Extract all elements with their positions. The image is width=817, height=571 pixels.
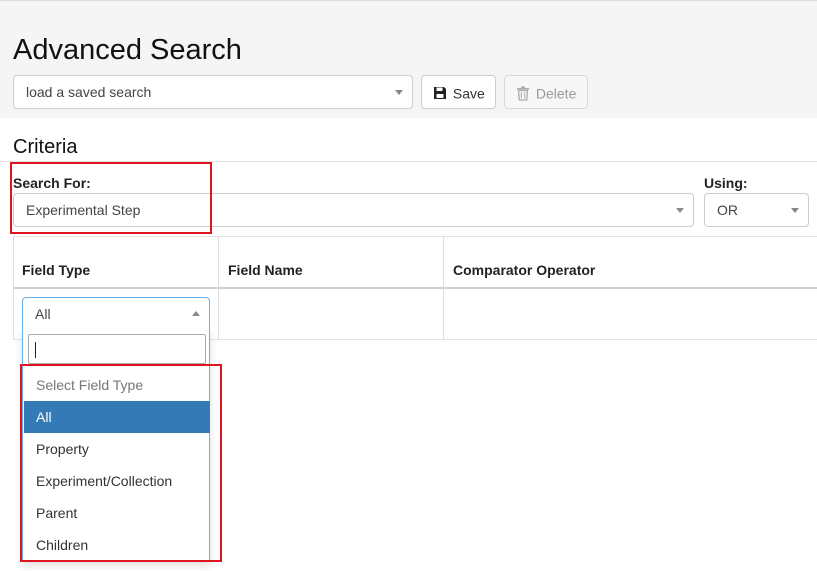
chevron-up-icon (192, 311, 200, 316)
search-for-select[interactable]: Experimental Step (13, 193, 694, 227)
chevron-down-icon (791, 208, 799, 213)
dropdown-option-children[interactable]: Children (24, 529, 210, 561)
dropdown-option-experiment-collection[interactable]: Experiment/Collection (24, 465, 210, 497)
field-type-select[interactable]: All (22, 297, 210, 331)
using-value: OR (717, 202, 738, 218)
dropdown-option-placeholder[interactable]: Select Field Type (24, 369, 210, 401)
field-type-value: All (35, 306, 51, 322)
using-label: Using: (704, 175, 748, 191)
column-header-comparator-operator: Comparator Operator (453, 262, 596, 278)
dropdown-option-property[interactable]: Property (24, 433, 210, 465)
trash-icon (516, 86, 532, 101)
table-top-border (13, 236, 817, 237)
chevron-down-icon (395, 90, 403, 95)
delete-button[interactable]: Delete (504, 75, 588, 109)
column-divider (218, 236, 219, 340)
delete-button-label: Delete (535, 85, 577, 102)
field-type-dropdown: Select Field Type All Property Experimen… (22, 330, 210, 562)
saved-search-value: load a saved search (26, 84, 152, 100)
column-header-field-type: Field Type (22, 262, 91, 278)
save-button-label: Save (452, 85, 485, 102)
page-title: Advanced Search (13, 34, 242, 66)
dropdown-search-input[interactable] (28, 334, 206, 364)
table-header-border (13, 287, 817, 289)
criteria-heading: Criteria (13, 136, 78, 158)
table-left-border (13, 236, 14, 340)
chevron-down-icon (676, 208, 684, 213)
column-header-field-name: Field Name (228, 262, 303, 278)
search-for-label: Search For: (13, 175, 91, 191)
save-button[interactable]: Save (421, 75, 496, 109)
dropdown-option-parent[interactable]: Parent (24, 497, 210, 529)
column-divider (443, 236, 444, 340)
criteria-divider (0, 161, 817, 162)
dropdown-option-all[interactable]: All (24, 401, 210, 433)
search-for-value: Experimental Step (26, 202, 141, 218)
text-cursor (35, 342, 36, 358)
search-header-section: Advanced Search load a saved search Save… (0, 0, 817, 118)
saved-search-select[interactable]: load a saved search (13, 75, 413, 109)
floppy-disk-icon (433, 86, 449, 100)
using-select[interactable]: OR (704, 193, 809, 227)
